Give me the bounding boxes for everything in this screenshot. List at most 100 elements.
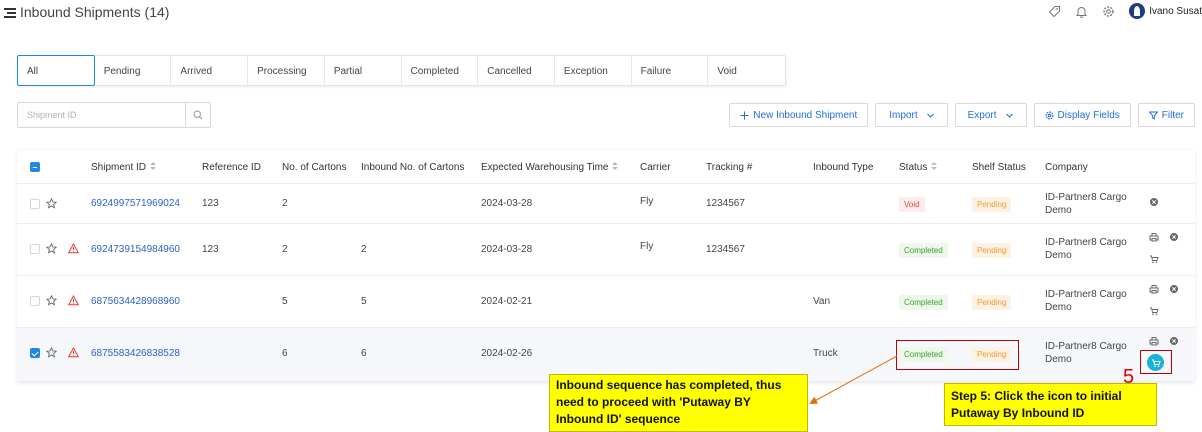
expected-time-header-label: Expected Warehousing Time [481,162,609,173]
table-row[interactable]: 6875634428968960 5 5 2024-02-21 Van Comp… [17,276,1195,328]
new-inbound-shipment-label: New Inbound Shipment [753,109,858,121]
company-line-2: Demo [1045,354,1072,365]
inbound-cartons: 2 [361,244,367,255]
cartons: 2 [282,244,288,255]
reference-id: 123 [202,244,219,255]
star-icon[interactable] [46,347,57,358]
new-inbound-shipment-button[interactable]: New Inbound Shipment [729,103,869,127]
cart-icon[interactable] [1149,306,1159,316]
warning-icon [68,347,79,358]
print-icon[interactable] [1149,232,1159,242]
shipment-id-search-input[interactable] [18,103,186,127]
shelf-status-badge: Pending [972,295,1012,310]
tab-processing[interactable]: Processing [248,56,325,85]
shipment-search [17,102,211,128]
void-cancel-icon[interactable] [1169,284,1179,294]
print-icon[interactable] [1149,336,1159,346]
tab-partial[interactable]: Partial [325,56,402,85]
column-header-inbound-cartons: Inbound No. of Cartons [361,162,465,173]
export-label: Export [967,109,997,121]
filter-button[interactable]: Filter [1137,103,1195,127]
column-header-carrier: Carrier [640,162,671,173]
chevron-down-icon [1005,113,1013,118]
table-row[interactable]: 6924739154984960 123 2 2 2024-03-28 Fly … [17,224,1195,276]
shelf-status-badge: Pending [972,243,1012,258]
row-checkbox[interactable] [30,244,40,254]
annotation-note-status: Inbound sequence has completed, thus nee… [549,374,808,432]
tab-all[interactable]: All [17,55,95,86]
import-label: Import [889,109,918,121]
tab-pending[interactable]: Pending [95,56,172,85]
company-line-1: ID-Partner8 Cargo [1045,289,1127,300]
tab-failure[interactable]: Failure [632,56,709,85]
company-line-1: ID-Partner8 Cargo [1045,341,1127,352]
expected-time: 2024-03-28 [481,244,533,255]
column-header-expected-time[interactable]: Expected Warehousing Time [481,162,619,173]
tab-arrived[interactable]: Arrived [171,56,249,85]
bell-icon[interactable] [1075,5,1088,18]
display-fields-button[interactable]: Display Fields [1033,103,1131,127]
column-header-status[interactable]: Status [899,162,938,173]
cart-icon[interactable] [1149,254,1159,264]
print-icon[interactable] [1149,284,1159,294]
plus-icon [740,111,749,119]
column-header-shelf-status: Shelf Status [972,162,1026,173]
filter-icon [1148,111,1158,120]
user-menu[interactable]: Ivano Susat [1129,3,1202,19]
star-icon[interactable] [46,243,57,254]
company: ID-Partner8 Cargo Demo [1045,288,1127,314]
page-title: Inbound Shipments (14) [20,4,170,20]
shipment-id-link[interactable]: 6924739154984960 [91,244,180,255]
cartons: 5 [282,296,288,307]
sort-icon [931,162,938,171]
expected-time: 2024-03-28 [481,198,533,209]
expected-time: 2024-02-21 [481,296,533,307]
void-cancel-icon[interactable] [1149,197,1159,207]
column-header-inbound-type: Inbound Type [813,162,874,173]
warning-icon [68,243,79,254]
status-badge: Void [899,197,925,212]
company-line-2: Demo [1045,302,1072,313]
tab-exception[interactable]: Exception [555,56,632,85]
star-icon[interactable] [46,198,57,209]
gear-icon [1045,110,1054,120]
avatar [1129,3,1146,19]
column-header-tracking: Tracking # [706,162,753,173]
select-all-checkbox[interactable] [30,162,40,172]
status-highlight-box [896,340,1019,370]
search-button[interactable] [185,103,210,127]
star-icon[interactable] [46,295,57,306]
row-checkbox[interactable] [30,199,40,209]
inbound-shipments-page: Inbound Shipments (14) Ivano Susat All P… [0,0,1202,432]
top-header: Inbound Shipments (14) Ivano Susat [0,0,1202,24]
warning-icon [68,295,79,306]
row-checkbox[interactable] [30,296,40,306]
column-header-shipment-id[interactable]: Shipment ID [91,162,157,173]
tab-completed[interactable]: Completed [402,56,479,85]
display-fields-label: Display Fields [1057,109,1120,121]
tab-void[interactable]: Void [708,56,785,85]
shipment-id-link[interactable]: 6924997571969024 [91,198,180,209]
chevron-down-icon [926,113,934,118]
status-tabs: All Pending Arrived Processing Partial C… [17,55,786,86]
inbound-cartons: 5 [361,296,367,307]
void-cancel-icon[interactable] [1169,336,1179,346]
table-row[interactable]: 6924997571969024 123 2 2024-03-28 Fly 12… [17,184,1195,224]
company-line-1: ID-Partner8 Cargo [1045,192,1127,203]
shipment-id-link[interactable]: 6875583426838528 [91,348,180,359]
tab-cancelled[interactable]: Cancelled [478,56,555,85]
tag-icon[interactable] [1048,5,1061,18]
company-line-2: Demo [1045,250,1072,261]
shipment-id-link[interactable]: 6875634428968960 [91,296,180,307]
menu-collapse-icon[interactable] [4,6,16,18]
row-checkbox[interactable] [30,348,40,358]
cartons: 2 [282,198,288,209]
carrier: Fly [640,196,654,207]
settings-gear-icon[interactable] [1102,5,1115,18]
header-actions: Ivano Susat [1048,3,1202,19]
export-button[interactable]: Export [954,103,1027,127]
void-cancel-icon[interactable] [1169,232,1179,242]
user-name: Ivano Susat [1149,5,1202,17]
import-button[interactable]: Import [875,103,948,127]
column-header-cartons: No. of Cartons [282,162,347,173]
